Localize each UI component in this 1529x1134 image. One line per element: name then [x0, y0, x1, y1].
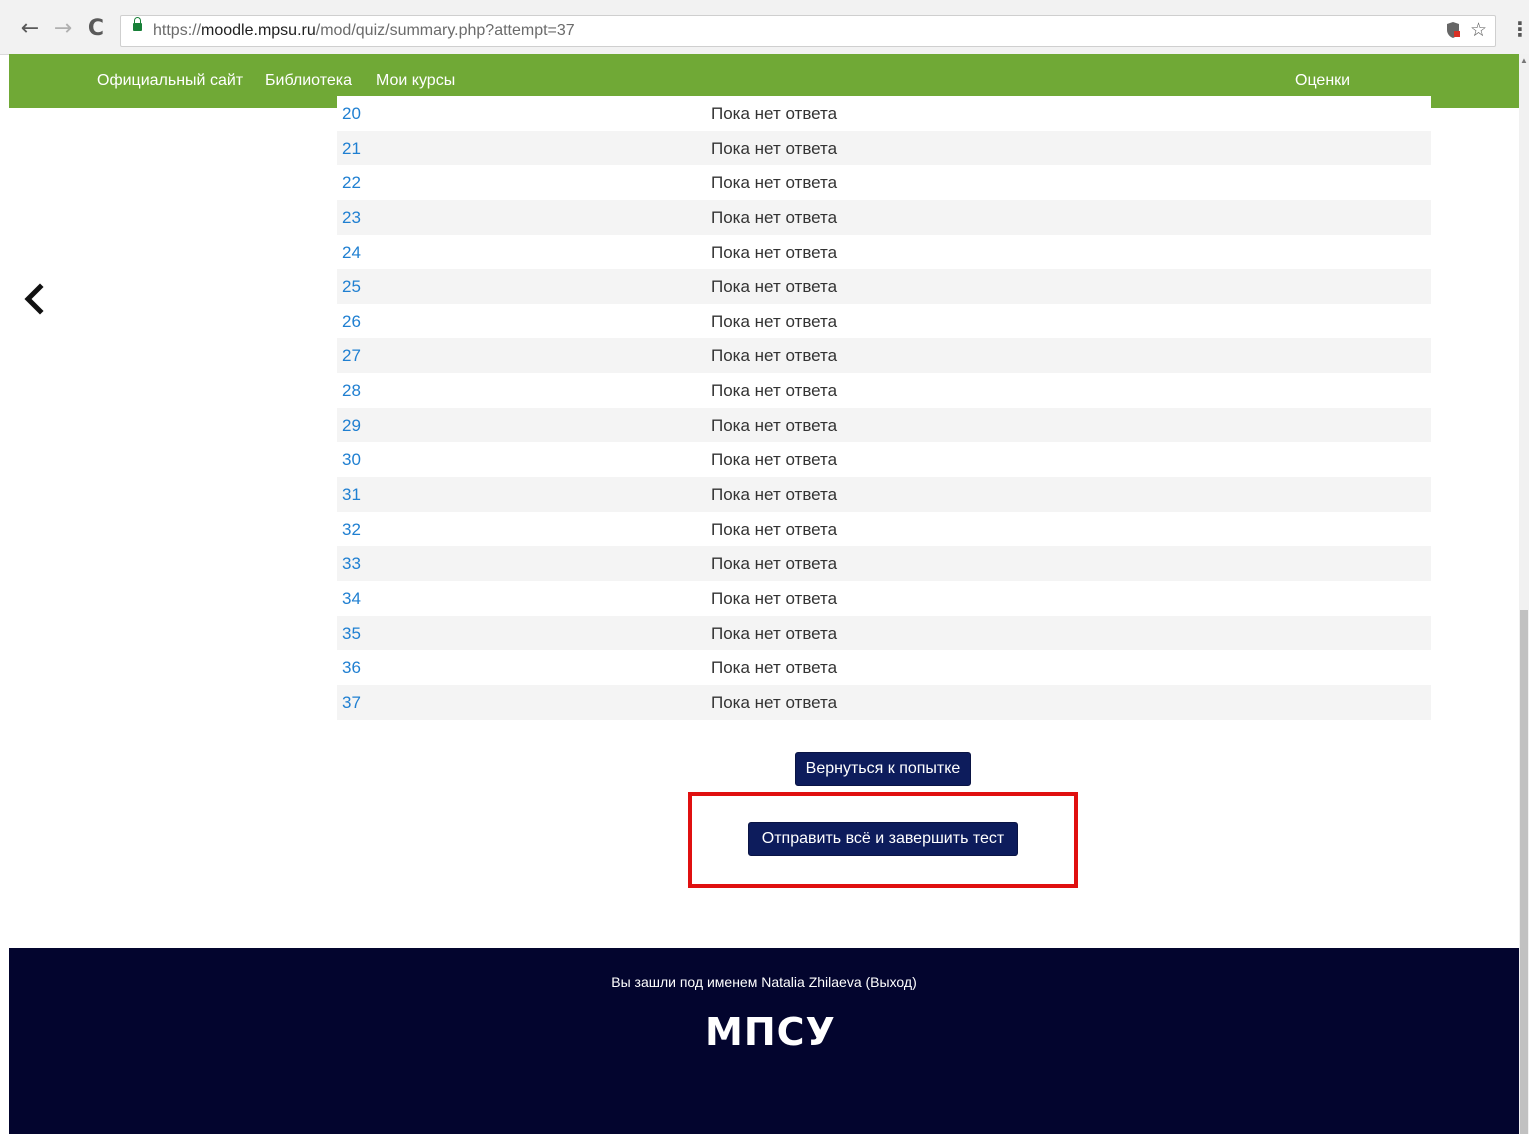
question-status: Пока нет ответа: [711, 277, 838, 297]
table-row: 37 Пока нет ответа: [337, 684, 1431, 720]
nav-library[interactable]: Библиотека: [265, 72, 352, 90]
table-row: 34 Пока нет ответа: [337, 580, 1431, 616]
question-number-link[interactable]: 21: [342, 139, 361, 159]
question-status: Пока нет ответа: [711, 207, 838, 227]
table-row: 31 Пока нет ответа: [337, 477, 1431, 512]
question-number-link[interactable]: 23: [342, 208, 361, 228]
page-footer: Вы зашли под именем Natalia Zhilaeva (Вы…: [9, 948, 1519, 1134]
browser-toolbar: ← → C https://moodle.mpsu.ru/mod/quiz/su…: [0, 0, 1529, 55]
question-status: Пока нет ответа: [711, 381, 838, 401]
page-scrollbar[interactable]: ▲: [1519, 54, 1529, 1134]
question-number-link[interactable]: 32: [342, 520, 361, 540]
question-status: Пока нет ответа: [711, 588, 838, 608]
extension-icon[interactable]: [1445, 21, 1461, 44]
url-host: moodle.mpsu.ru: [201, 22, 316, 39]
scrollbar-thumb[interactable]: [1520, 610, 1528, 1134]
question-number-link[interactable]: 34: [342, 589, 361, 609]
table-row: 33 Пока нет ответа: [337, 546, 1431, 581]
question-status: Пока нет ответа: [711, 173, 838, 193]
back-icon[interactable]: ←: [18, 16, 42, 41]
nav-official-site[interactable]: Официальный сайт: [97, 72, 243, 90]
table-row: 32 Пока нет ответа: [337, 511, 1431, 547]
table-row: 20 Пока нет ответа: [337, 96, 1431, 131]
nav-grades[interactable]: Оценки: [1295, 72, 1350, 90]
table-row: 25 Пока нет ответа: [337, 269, 1431, 304]
chevron-left-icon[interactable]: [20, 283, 48, 315]
url-text: https://moodle.mpsu.ru/mod/quiz/summary.…: [153, 22, 575, 40]
question-status: Пока нет ответа: [711, 692, 838, 712]
question-number-link[interactable]: 29: [342, 416, 361, 436]
table-row: 24 Пока нет ответа: [337, 234, 1431, 270]
question-number-link[interactable]: 35: [342, 624, 361, 644]
table-row: 35 Пока нет ответа: [337, 615, 1431, 651]
question-status: Пока нет ответа: [711, 415, 838, 435]
question-status: Пока нет ответа: [711, 242, 838, 262]
address-bar[interactable]: https://moodle.mpsu.ru/mod/quiz/summary.…: [120, 15, 1496, 47]
browser-menu-icon[interactable]: ⋮: [1510, 17, 1529, 41]
table-row: 23 Пока нет ответа: [337, 199, 1431, 235]
question-status: Пока нет ответа: [711, 104, 838, 123]
question-number-link[interactable]: 27: [342, 346, 361, 366]
question-status: Пока нет ответа: [711, 658, 838, 678]
question-number-link[interactable]: 30: [342, 450, 361, 470]
question-number-link[interactable]: 24: [342, 243, 361, 263]
question-status: Пока нет ответа: [711, 311, 838, 331]
question-status: Пока нет ответа: [711, 450, 838, 470]
forward-icon[interactable]: →: [51, 16, 75, 41]
table-row: 26 Пока нет ответа: [337, 303, 1431, 339]
table-row: 22 Пока нет ответа: [337, 165, 1431, 200]
question-status: Пока нет ответа: [711, 138, 838, 158]
question-number-link[interactable]: 20: [342, 104, 361, 124]
question-status: Пока нет ответа: [711, 554, 838, 574]
table-row: 29 Пока нет ответа: [337, 407, 1431, 443]
question-number-link[interactable]: 37: [342, 693, 361, 713]
question-number-link[interactable]: 22: [342, 173, 361, 193]
table-row: 27 Пока нет ответа: [337, 338, 1431, 374]
scroll-up-icon[interactable]: ▲: [1520, 56, 1528, 65]
question-number-link[interactable]: 25: [342, 277, 361, 297]
table-row: 21 Пока нет ответа: [337, 130, 1431, 166]
return-to-attempt-button[interactable]: Вернуться к попытке: [795, 752, 971, 786]
url-scheme: https://: [153, 22, 202, 39]
quiz-summary-table: 20 Пока нет ответа 21 Пока нет ответа 22 Пока…: [337, 96, 1431, 720]
question-number-link[interactable]: 33: [342, 554, 361, 574]
table-row: 30 Пока нет ответа: [337, 442, 1431, 478]
question-status: Пока нет ответа: [711, 485, 838, 505]
question-number-link[interactable]: 26: [342, 312, 361, 332]
table-row: 36 Пока нет ответа: [337, 650, 1431, 685]
question-status: Пока нет ответа: [711, 623, 838, 643]
nav-my-courses[interactable]: Мои курсы: [376, 72, 455, 90]
bookmark-star-icon[interactable]: ☆: [1470, 19, 1487, 41]
question-number-link[interactable]: 31: [342, 485, 361, 505]
question-number-link[interactable]: 36: [342, 658, 361, 678]
lock-icon: [133, 17, 142, 31]
url-path: /mod/quiz/summary.php?attempt=37: [315, 22, 575, 39]
mpsu-logo: МПСУ: [705, 1010, 836, 1054]
login-info: Вы зашли под именем Natalia Zhilaeva (Вы…: [611, 974, 917, 990]
reload-icon[interactable]: C: [84, 16, 108, 41]
table-row: 28 Пока нет ответа: [337, 373, 1431, 408]
question-status: Пока нет ответа: [711, 346, 838, 366]
submit-all-and-finish-button[interactable]: Отправить всё и завершить тест: [748, 822, 1018, 856]
question-number-link[interactable]: 28: [342, 381, 361, 401]
question-status: Пока нет ответа: [711, 519, 838, 539]
